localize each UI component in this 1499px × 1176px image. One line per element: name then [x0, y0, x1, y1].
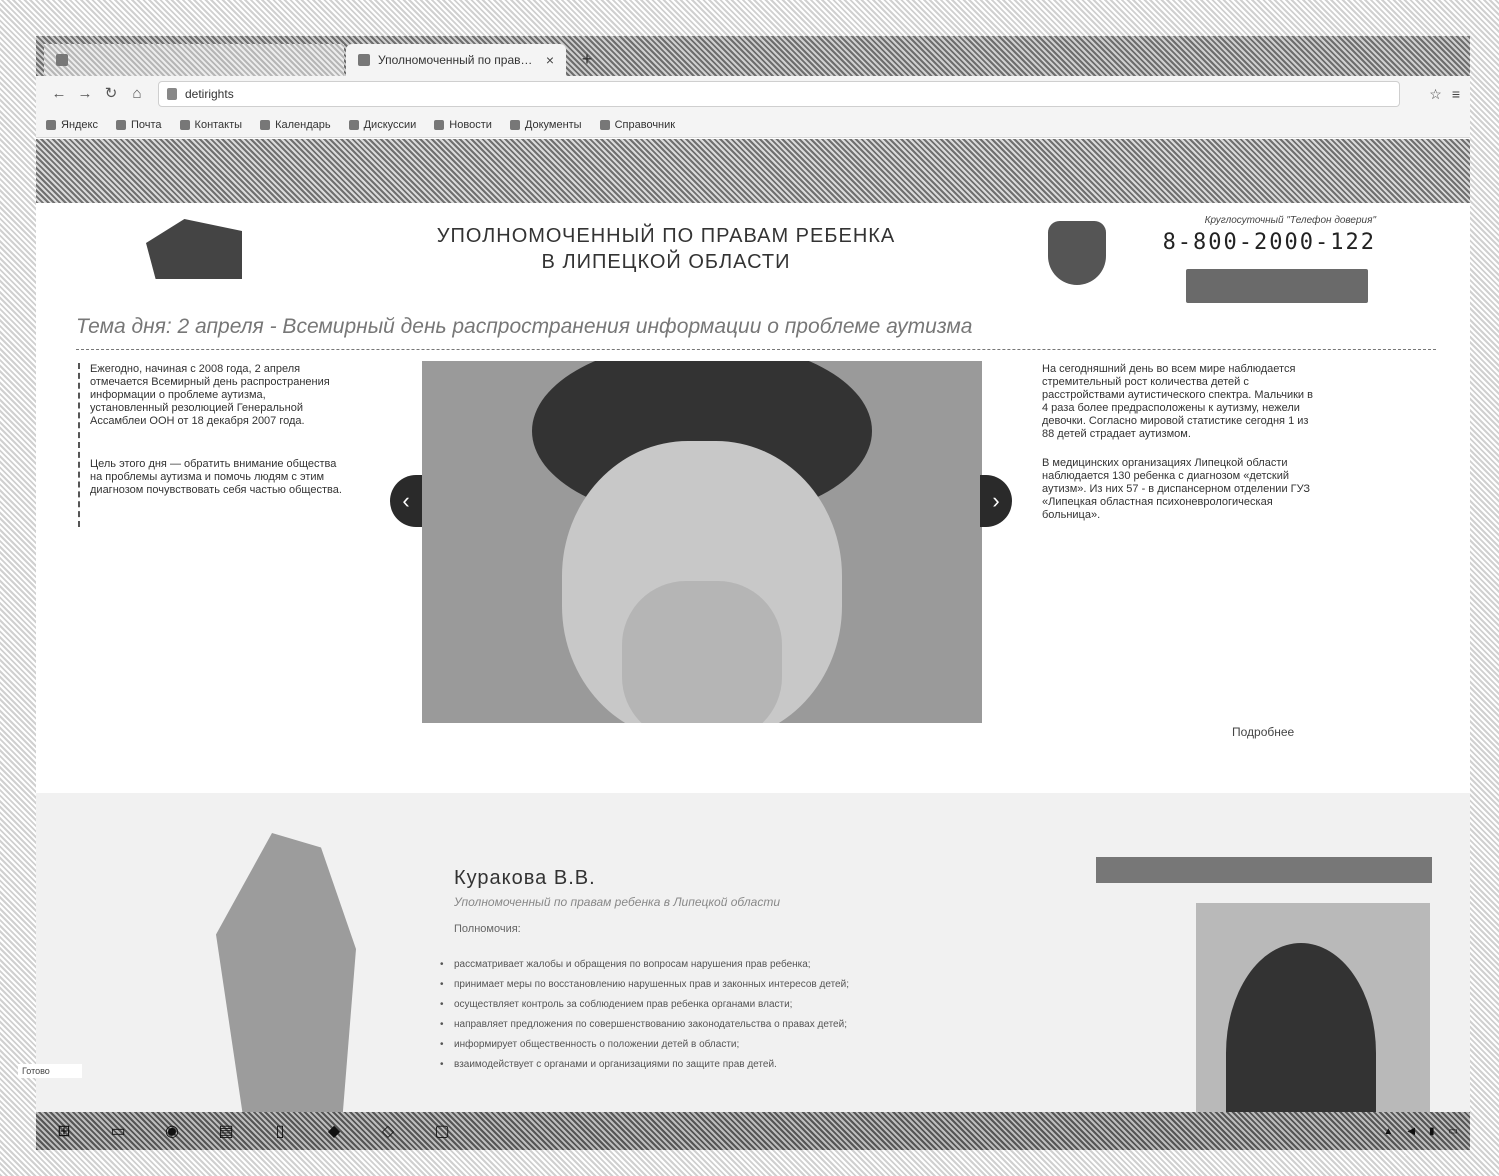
ombudsman-portrait	[216, 833, 356, 1123]
divider	[76, 349, 1436, 350]
docs-icon	[509, 119, 520, 130]
more-link[interactable]: Подробнее	[1232, 725, 1294, 739]
lock-icon	[167, 88, 177, 100]
address-bar: ← → ↻ ⌂ detirights ☆ ≡	[36, 76, 1470, 112]
sidebar-header-banner[interactable]	[1096, 857, 1432, 883]
bookmark-item[interactable]: Почта	[116, 119, 162, 131]
browser-window: Уполномоченный по правам… × + ← → ↻ ⌂ de…	[36, 36, 1470, 1140]
app-icon[interactable]: ◆	[318, 1117, 350, 1145]
list-item: взаимодействует с органами и организация…	[440, 1059, 1040, 1071]
left-text-column: Ежегодно, начиная с 2008 года, 2 апреля …	[78, 363, 346, 527]
start-icon[interactable]: ⊞	[48, 1117, 80, 1145]
reference-icon	[599, 119, 610, 130]
duties-title: Полномочия:	[454, 923, 521, 935]
hotline-label: Круглосуточный "Телефон доверия"	[1204, 215, 1376, 226]
list-item: принимает меры по восстановлению нарушен…	[440, 979, 1040, 991]
ombudsman-role: Уполномоченный по правам ребенка в Липец…	[454, 895, 780, 909]
hotline-block: Круглосуточный "Телефон доверия" 8-800-2…	[1136, 215, 1376, 255]
app-icon[interactable]: ▢	[426, 1117, 458, 1145]
bookmark-star-icon[interactable]: ☆	[1429, 86, 1442, 103]
contacts-icon	[179, 119, 190, 130]
notification-icon[interactable]: ▭	[1449, 1126, 1458, 1137]
list-item: осуществляет контроль за соблюдением пра…	[440, 999, 1040, 1011]
bookmark-item[interactable]: Яндекс	[46, 119, 98, 131]
app-icon[interactable]: ◇	[372, 1117, 404, 1145]
address-actions: ☆ ≡	[1400, 86, 1460, 103]
forward-icon[interactable]: →	[72, 81, 98, 107]
task-view-icon[interactable]: ▭	[102, 1117, 134, 1145]
close-tab-icon[interactable]: ×	[546, 52, 554, 68]
list-item: направляет предложения по совершенствова…	[440, 1019, 1040, 1031]
site-title-line1: УПОЛНОМОЧЕННЫЙ ПО ПРАВАМ РЕБЕНКА	[436, 225, 896, 247]
web-page: УПОЛНОМОЧЕННЫЙ ПО ПРАВАМ РЕБЕНКА В ЛИПЕЦ…	[36, 203, 1470, 1138]
new-tab-icon[interactable]: +	[576, 48, 598, 70]
topic-of-day[interactable]: Тема дня: 2 апреля - Всемирный день расп…	[76, 315, 1456, 339]
tab-inactive[interactable]	[44, 44, 344, 76]
battery-icon[interactable]: ▮	[1429, 1126, 1435, 1137]
back-icon[interactable]: ←	[46, 81, 72, 107]
tab-bar: Уполномоченный по правам… × +	[36, 36, 1470, 76]
taskbar: ⊞ ▭ ◉ ▤ ▯ ◆ ◇ ▢ ▲ ◀ ▮ ▭	[36, 1112, 1470, 1150]
hotline-number[interactable]: 8-800-2000-122	[1136, 230, 1376, 255]
image-slider	[422, 361, 982, 723]
site-top-strip	[36, 139, 1470, 203]
system-tray: ▲ ◀ ▮ ▭	[1383, 1126, 1458, 1137]
document-icon[interactable]: ▯	[264, 1117, 296, 1145]
hotline-banner-button[interactable]	[1186, 269, 1368, 303]
right-text-column: На сегодняшний день во всем мире наблюда…	[1042, 363, 1318, 538]
site-title: УПОЛНОМОЧЕННЫЙ ПО ПРАВАМ РЕБЕНКА В ЛИПЕЦ…	[386, 223, 946, 275]
tab-active[interactable]: Уполномоченный по правам… ×	[346, 44, 566, 76]
bookmark-item[interactable]: Дискуссии	[348, 119, 416, 131]
folder-icon[interactable]: ▤	[210, 1117, 242, 1145]
browser-icon[interactable]: ◉	[156, 1117, 188, 1145]
site-logo[interactable]	[146, 219, 242, 279]
paragraph: Цель этого дня — обратить внимание общес…	[90, 458, 342, 496]
tab-title: Уполномоченный по правам…	[378, 53, 538, 67]
home-icon[interactable]: ⌂	[124, 81, 150, 107]
sidebar-photo[interactable]	[1196, 903, 1430, 1138]
bookmark-item[interactable]: Календарь	[260, 119, 331, 131]
photo-figure	[1226, 943, 1376, 1138]
site-title-line2: В ЛИПЕЦКОЙ ОБЛАСТИ	[541, 251, 791, 273]
bookmark-item[interactable]: Контакты	[179, 119, 242, 131]
tab-favicon-icon	[56, 54, 68, 66]
menu-icon[interactable]: ≡	[1452, 86, 1460, 103]
url-input[interactable]: detirights	[158, 81, 1400, 107]
yandex-icon	[46, 119, 56, 130]
calendar-icon	[260, 119, 271, 130]
paragraph: В медицинских организациях Липецкой обла…	[1042, 457, 1310, 521]
bookmark-item[interactable]: Документы	[509, 119, 582, 131]
bookmarks-bar: Яндекс Почта Контакты Календарь Дискусси…	[36, 112, 1470, 138]
bookmark-item[interactable]: Справочник	[599, 119, 675, 131]
slider-prev-icon[interactable]: ‹	[390, 475, 422, 527]
list-item: информирует общественность о положении д…	[440, 1039, 1040, 1051]
discussion-icon	[348, 119, 359, 130]
mail-icon	[116, 119, 126, 130]
tab-favicon-icon	[358, 54, 370, 66]
network-icon[interactable]: ▲	[1383, 1126, 1393, 1137]
bookmark-item[interactable]: Новости	[434, 119, 492, 131]
paragraph: На сегодняшний день во всем мире наблюда…	[1042, 363, 1313, 440]
news-icon	[434, 119, 445, 130]
volume-icon[interactable]: ◀	[1407, 1126, 1415, 1137]
ombudsman-section: Куракова В.В. Уполномоченный по правам р…	[36, 793, 1470, 1138]
ombudsman-name[interactable]: Куракова В.В.	[454, 867, 596, 890]
coat-of-arms-icon	[1048, 221, 1106, 285]
duties-list: рассматривает жалобы и обращения по вопр…	[440, 959, 1040, 1079]
status-bar-text: Готово	[18, 1064, 82, 1078]
reload-icon[interactable]: ↻	[98, 81, 124, 107]
slide-image-hands	[622, 581, 782, 723]
url-text: detirights	[185, 87, 234, 101]
paragraph: Ежегодно, начиная с 2008 года, 2 апреля …	[90, 363, 330, 427]
slider-next-icon[interactable]: ›	[980, 475, 1012, 527]
list-item: рассматривает жалобы и обращения по вопр…	[440, 959, 1040, 971]
